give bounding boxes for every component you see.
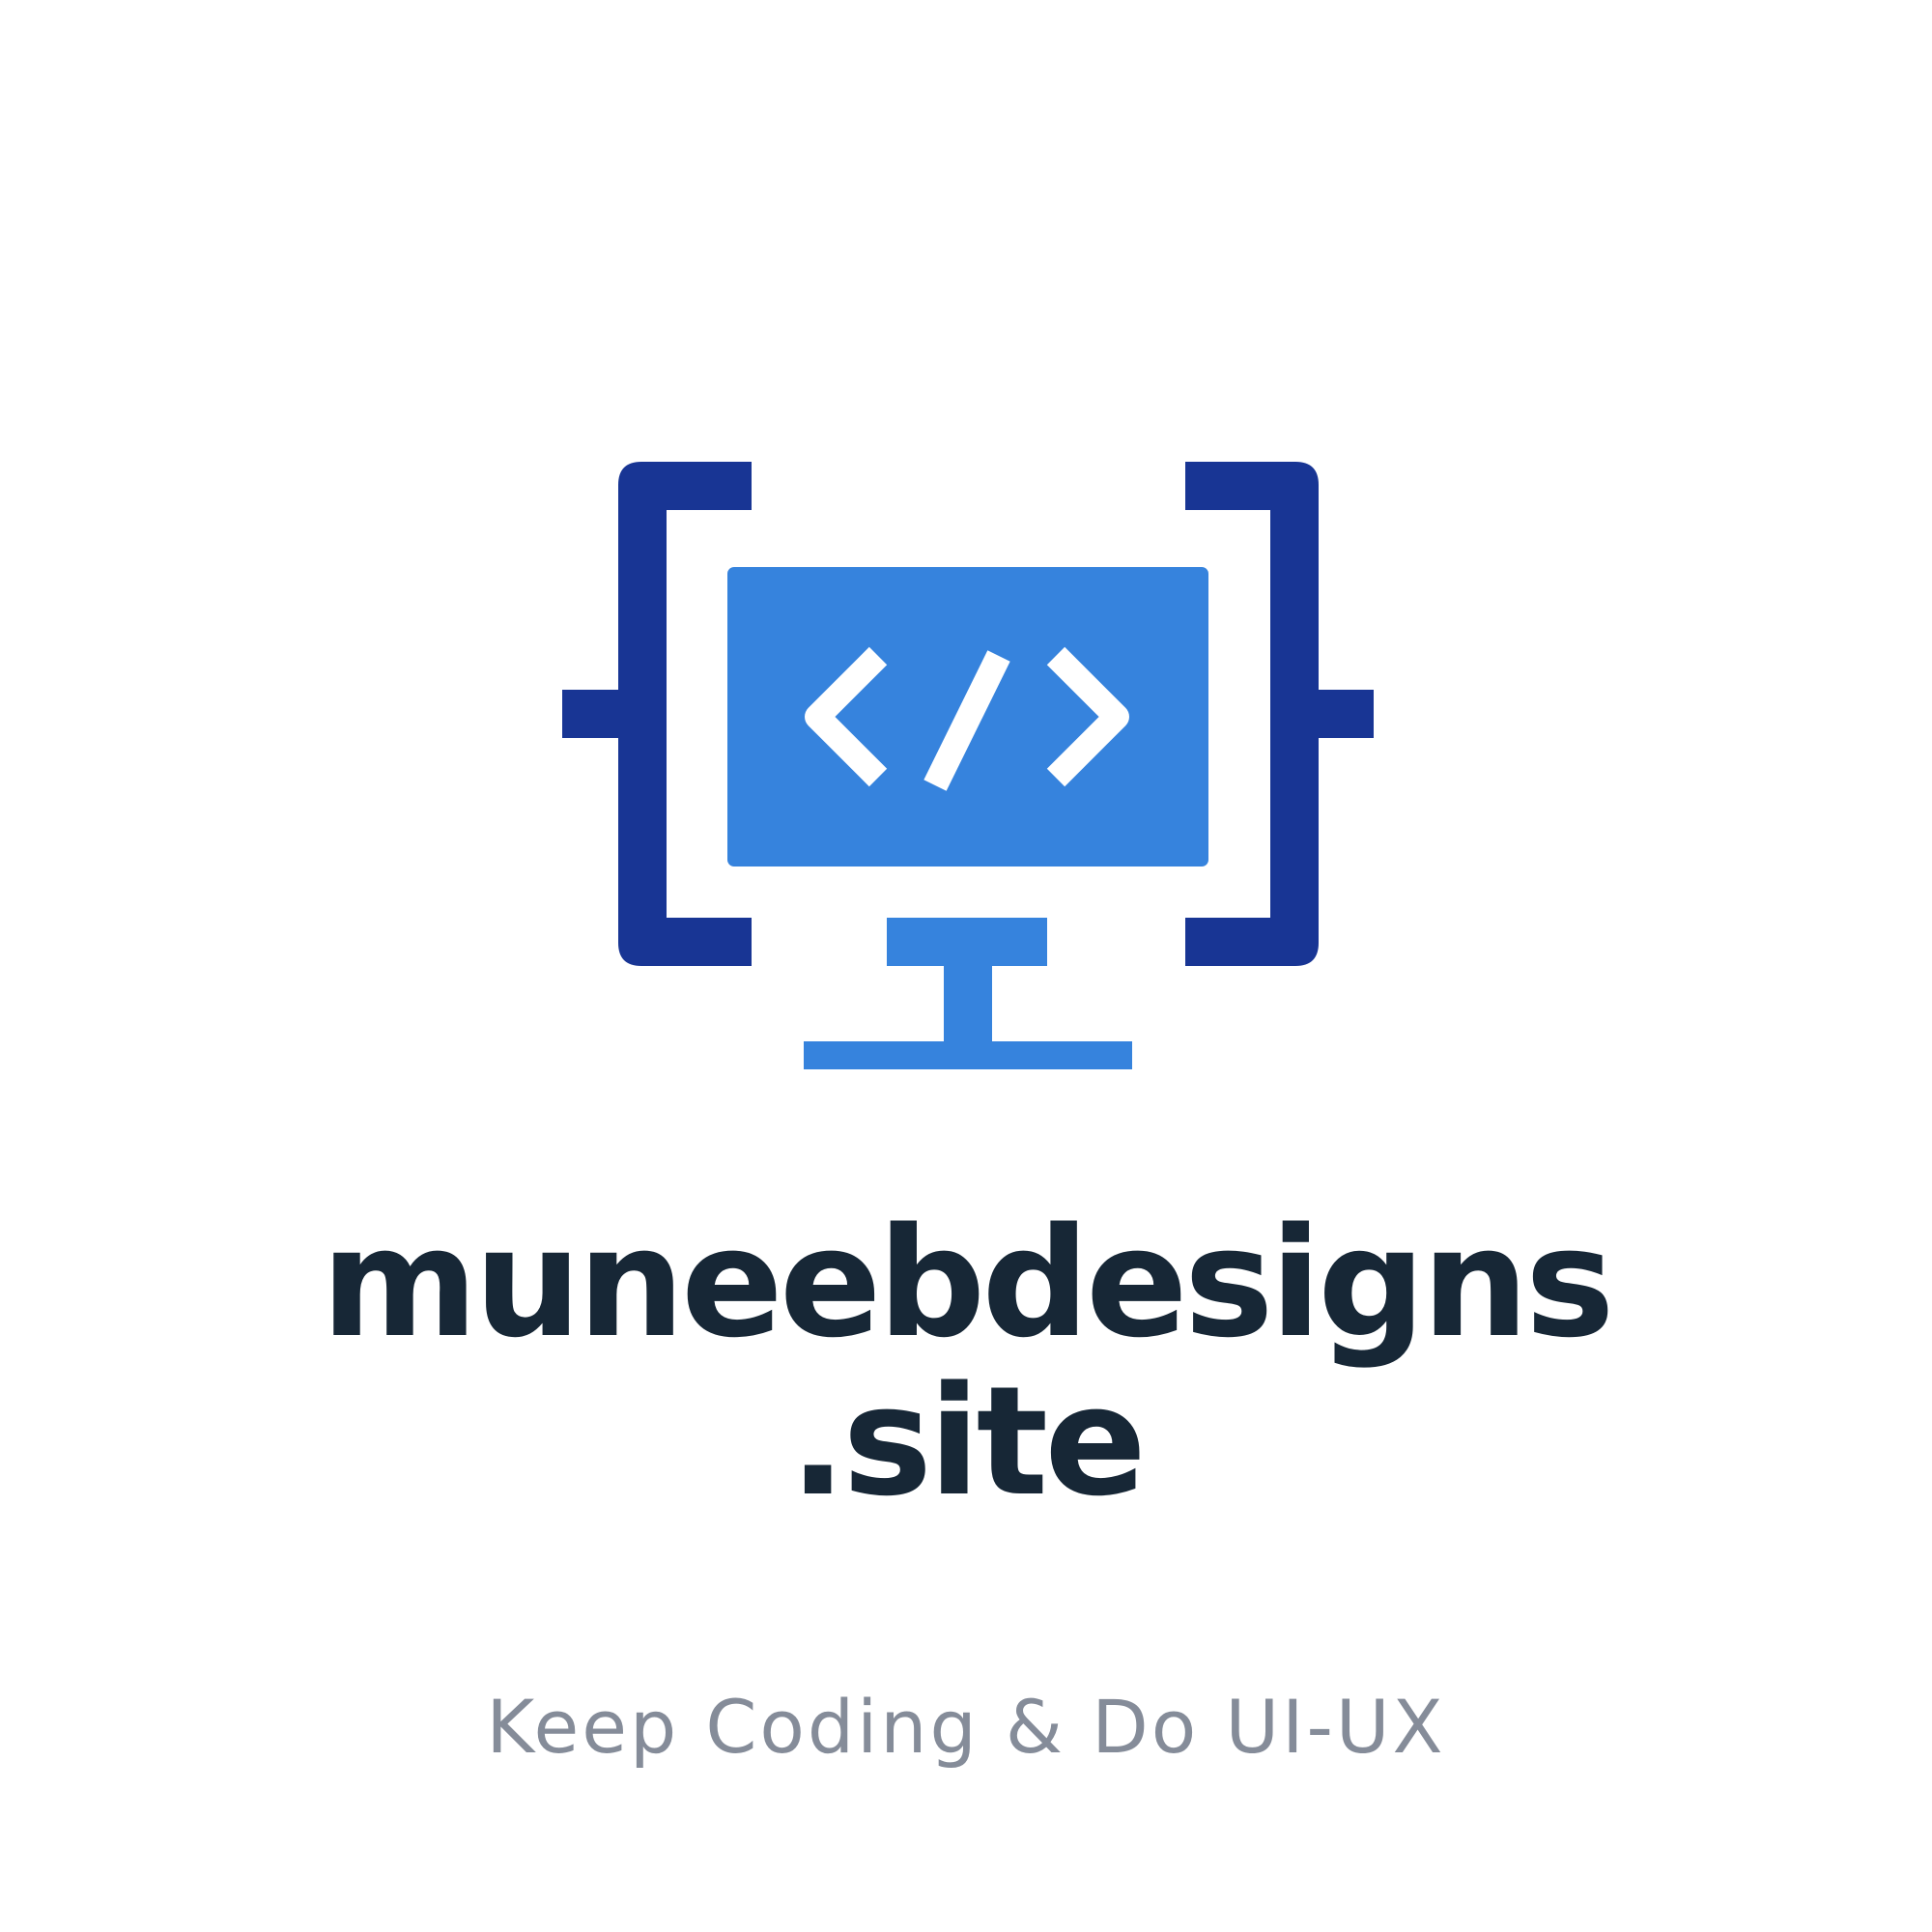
tagline: Keep Coding & Do UI-UX	[486, 1684, 1446, 1770]
stand-neck	[944, 964, 992, 1043]
right-bracket-icon	[1185, 462, 1374, 966]
stand-base	[804, 1041, 1132, 1069]
stand-neck-top	[887, 918, 1047, 966]
left-bracket-icon	[562, 462, 752, 966]
right-bracket-tab	[1319, 690, 1374, 738]
left-bracket-tab	[562, 690, 618, 738]
logo-canvas: muneebdesigns .site Keep Coding & Do UI-…	[0, 0, 1932, 1932]
monitor-stand	[804, 918, 1132, 1069]
brand-name-line-2: .site	[789, 1353, 1147, 1529]
monitor-code-icon	[562, 462, 1374, 1069]
